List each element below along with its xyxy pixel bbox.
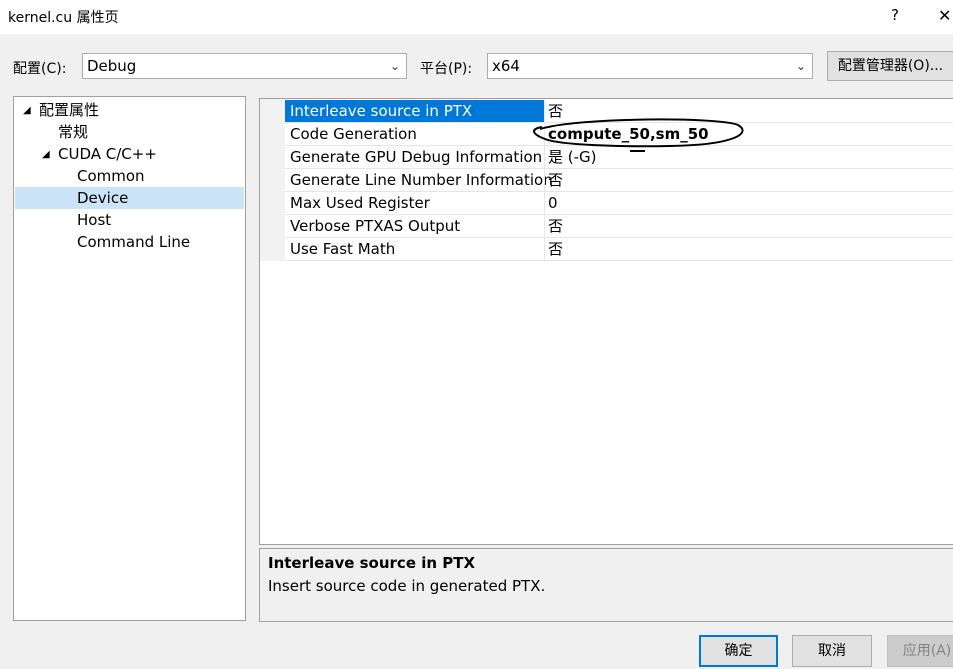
tree-item-command-line[interactable]: Command Line: [77, 231, 190, 253]
property-name: Max Used Register: [290, 194, 430, 212]
tree-item-common[interactable]: Common: [77, 165, 145, 187]
property-name: Verbose PTXAS Output: [290, 217, 461, 235]
property-name: Generate GPU Debug Information: [290, 148, 543, 166]
config-select-value: Debug: [87, 57, 137, 75]
platform-select-value: x64: [492, 57, 520, 75]
property-row-fast-math[interactable]: Use Fast Math 否: [285, 238, 953, 261]
column-divider: [544, 192, 545, 214]
property-value[interactable]: 否: [548, 215, 563, 237]
ok-button[interactable]: 确定: [699, 635, 778, 667]
config-select[interactable]: Debug ⌄: [82, 53, 407, 79]
description-panel: Interleave source in PTX Insert source c…: [259, 548, 953, 622]
chevron-down-icon: ⌄: [795, 59, 806, 73]
tree-item-cuda[interactable]: CUDA C/C++: [58, 143, 157, 165]
tree-item-general[interactable]: 常规: [58, 121, 88, 143]
chevron-down-icon: ⌄: [389, 59, 400, 73]
property-name: Code Generation: [290, 125, 417, 143]
platform-label: 平台(P):: [420, 61, 473, 77]
cancel-button[interactable]: 取消: [792, 635, 872, 667]
annotation-ellipse: [533, 118, 744, 152]
help-button[interactable]: ?: [884, 6, 906, 28]
property-value[interactable]: 0: [548, 192, 558, 214]
title-bar: [0, 0, 953, 34]
grid-gutter: [260, 99, 285, 261]
description-title: Interleave source in PTX: [268, 554, 476, 572]
apply-button[interactable]: 应用(A): [887, 635, 953, 667]
config-manager-button[interactable]: 配置管理器(O)...: [827, 51, 953, 81]
property-name: Interleave source in PTX: [290, 102, 473, 120]
tree-item-device[interactable]: Device: [15, 187, 244, 209]
description-text: Insert source code in generated PTX.: [268, 577, 546, 595]
property-row-line-number[interactable]: Generate Line Number Information 否: [285, 169, 953, 192]
platform-select[interactable]: x64 ⌄: [487, 53, 813, 79]
close-icon[interactable]: ✕: [938, 6, 953, 28]
property-row-verbose-ptxas[interactable]: Verbose PTXAS Output 否: [285, 215, 953, 238]
expanded-triangle-icon[interactable]: ◢: [23, 105, 31, 116]
tree-item-config-properties[interactable]: 配置属性: [39, 99, 99, 121]
property-name: Use Fast Math: [290, 240, 396, 258]
column-divider: [544, 215, 545, 237]
property-row-max-register[interactable]: Max Used Register 0: [285, 192, 953, 215]
column-divider: [544, 238, 545, 260]
window-title: kernel.cu 属性页: [8, 10, 119, 26]
tree-item-host[interactable]: Host: [77, 209, 111, 231]
config-label: 配置(C):: [13, 61, 67, 77]
column-divider: [544, 169, 545, 191]
property-tree: ◢ 配置属性 常规 ◢ CUDA C/C++ Common Device Hos…: [13, 96, 246, 621]
property-name: Generate Line Number Information: [290, 171, 553, 189]
property-value[interactable]: 否: [548, 238, 563, 260]
expanded-triangle-icon[interactable]: ◢: [42, 149, 50, 160]
property-grid: Interleave source in PTX 否 Code Generati…: [259, 98, 953, 545]
property-value[interactable]: 否: [548, 169, 563, 191]
